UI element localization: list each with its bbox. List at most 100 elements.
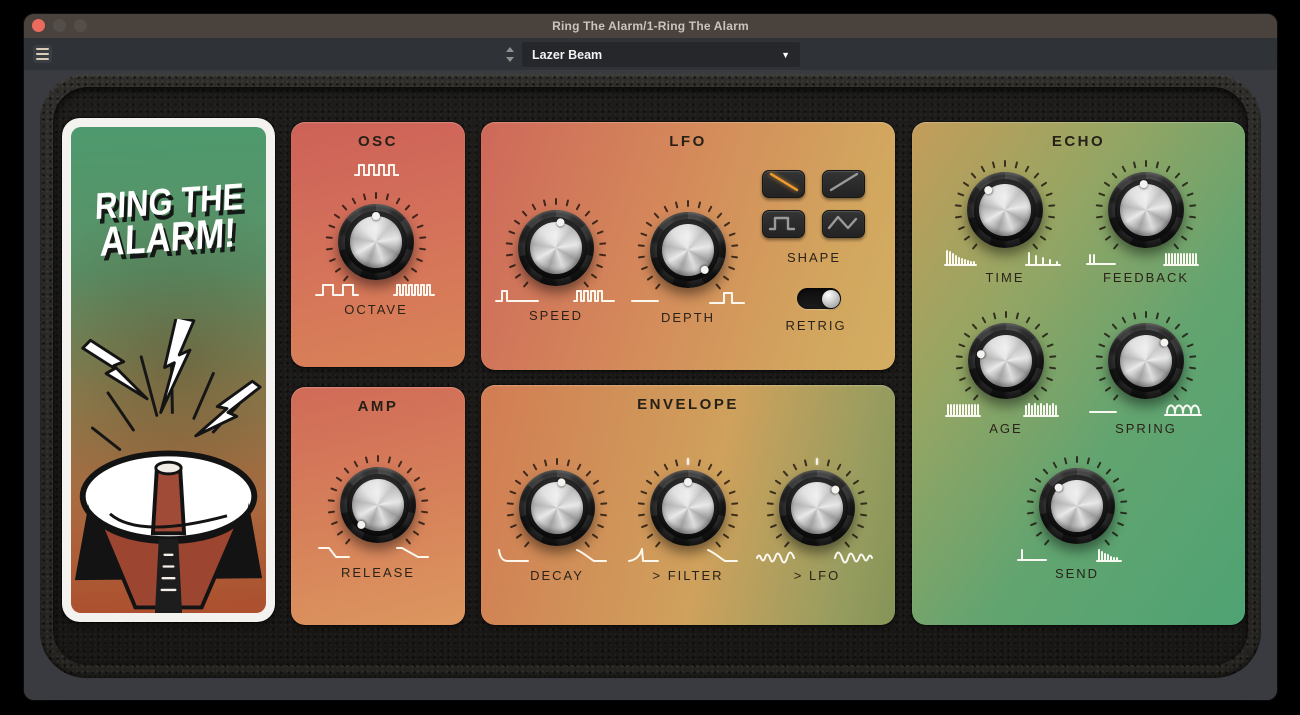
knob-tick xyxy=(1027,511,1034,514)
knob-tick xyxy=(507,502,514,505)
feedback-label: FEEDBACK xyxy=(1056,270,1236,285)
toggle-handle[interactable] xyxy=(822,290,840,308)
knob-tick xyxy=(1096,215,1103,218)
knob-tick xyxy=(956,366,963,369)
knob-tick xyxy=(328,510,335,513)
square-wave-icon xyxy=(764,208,804,241)
knob-tick xyxy=(638,513,645,516)
hamburger-icon[interactable] xyxy=(33,45,52,63)
retrig-toggle[interactable] xyxy=(797,288,841,309)
knob-bezel[interactable] xyxy=(650,212,726,288)
knob-tick xyxy=(731,255,738,258)
preset-select[interactable]: Lazer Beam ▼ xyxy=(522,42,800,67)
artwork: RING THE ALARM! xyxy=(71,127,266,613)
knob-bezel[interactable] xyxy=(518,210,594,286)
ramp-up-wave-icon xyxy=(824,168,864,201)
window-title: Ring The Alarm/1-Ring The Alarm xyxy=(552,19,749,33)
lfo-amt-label: > LFO xyxy=(727,568,907,583)
knob-tick xyxy=(1096,355,1103,358)
spring-label: SPRING xyxy=(1056,421,1236,436)
traffic-lights xyxy=(32,19,87,32)
panel-amp-title: AMP xyxy=(291,398,465,415)
knob-tick xyxy=(1120,500,1127,503)
knob-bezel[interactable] xyxy=(650,470,726,546)
artwork-title: RING THE ALARM! xyxy=(86,179,252,263)
knob-bezel[interactable] xyxy=(1108,172,1184,248)
knob-bezel[interactable] xyxy=(968,323,1044,399)
chevron-down-icon[interactable] xyxy=(506,57,514,62)
knob-bezel[interactable] xyxy=(967,172,1043,248)
zoom-button[interactable] xyxy=(74,19,87,32)
panel-echo-title: ECHO xyxy=(912,133,1245,150)
knob-tick xyxy=(955,204,962,207)
knob-tick xyxy=(375,192,377,199)
knob-tick xyxy=(767,502,774,505)
triangle-wave-icon xyxy=(824,208,864,241)
panel-osc-title: OSC xyxy=(291,133,465,150)
menubar: Lazer Beam ▼ xyxy=(24,38,1277,70)
minimize-button[interactable] xyxy=(53,19,66,32)
shape-button-ramp-up[interactable] xyxy=(822,170,865,198)
knob-tick xyxy=(1189,355,1196,358)
knob-tick xyxy=(731,513,738,516)
knob-tick xyxy=(1027,500,1034,503)
knob-tick xyxy=(421,510,428,513)
knob-tick xyxy=(1048,215,1055,218)
knob-tick xyxy=(419,236,426,239)
knob-tick xyxy=(555,198,557,205)
knob-tick xyxy=(860,502,867,505)
knob-tick xyxy=(1145,160,1147,167)
artwork-panel: RING THE ALARM! xyxy=(62,118,275,622)
shape-button-triangle[interactable] xyxy=(822,210,865,238)
plugin-stage: RING THE ALARM! xyxy=(24,70,1277,700)
knob-tick xyxy=(956,355,963,358)
knob-bezel[interactable] xyxy=(338,204,414,280)
chevron-down-icon: ▼ xyxy=(781,50,790,60)
knob-tick xyxy=(1005,311,1007,318)
preset-stepper[interactable] xyxy=(502,42,518,66)
knob-tick xyxy=(1096,204,1103,207)
preset-name: Lazer Beam xyxy=(532,48,781,62)
knob-tick xyxy=(507,513,514,516)
chevron-up-icon[interactable] xyxy=(506,47,514,52)
knob-tick xyxy=(816,458,818,465)
knob-bezel[interactable] xyxy=(1039,468,1115,544)
knob-tick xyxy=(638,255,645,258)
knob-tick xyxy=(1049,355,1056,358)
knob-tick xyxy=(326,236,333,239)
knob-tick xyxy=(600,513,607,516)
knob-bezel[interactable] xyxy=(1108,323,1184,399)
knob-tick xyxy=(860,513,867,516)
knob-tick xyxy=(1120,511,1127,514)
shape-label: SHAPE xyxy=(744,250,884,265)
panel-envelope-title: ENVELOPE xyxy=(481,396,895,413)
knob-tick xyxy=(1048,204,1055,207)
knob-tick xyxy=(1076,456,1078,463)
plugin-window: Ring The Alarm/1-Ring The Alarm Lazer Be… xyxy=(24,14,1277,700)
knob-tick xyxy=(1096,366,1103,369)
knob-tick xyxy=(421,499,428,502)
knob-tick xyxy=(556,458,558,465)
shape-button-square[interactable] xyxy=(762,210,805,238)
retrig-label: RETRIG xyxy=(746,318,886,333)
knob-tick xyxy=(506,253,513,256)
knob-tick xyxy=(638,244,645,247)
knob-tick xyxy=(767,513,774,516)
shape-button-ramp-down[interactable] xyxy=(762,170,805,198)
knob-bezel[interactable] xyxy=(519,470,595,546)
knob-tick xyxy=(1189,215,1196,218)
close-button[interactable] xyxy=(32,19,45,32)
knob-bezel[interactable] xyxy=(340,467,416,543)
megaphone-illustration xyxy=(71,319,266,613)
knob-bezel[interactable] xyxy=(779,470,855,546)
knob-tick xyxy=(731,244,738,247)
knob-tick xyxy=(1004,160,1006,167)
knob-tick xyxy=(506,242,513,245)
send-label: SEND xyxy=(987,566,1167,581)
titlebar[interactable]: Ring The Alarm/1-Ring The Alarm xyxy=(24,14,1277,38)
knob-tick xyxy=(377,455,379,462)
knob-tick xyxy=(731,502,738,505)
knob-tick xyxy=(638,502,645,505)
knob-tick xyxy=(1145,311,1147,318)
ramp-down-wave-icon xyxy=(764,168,804,201)
